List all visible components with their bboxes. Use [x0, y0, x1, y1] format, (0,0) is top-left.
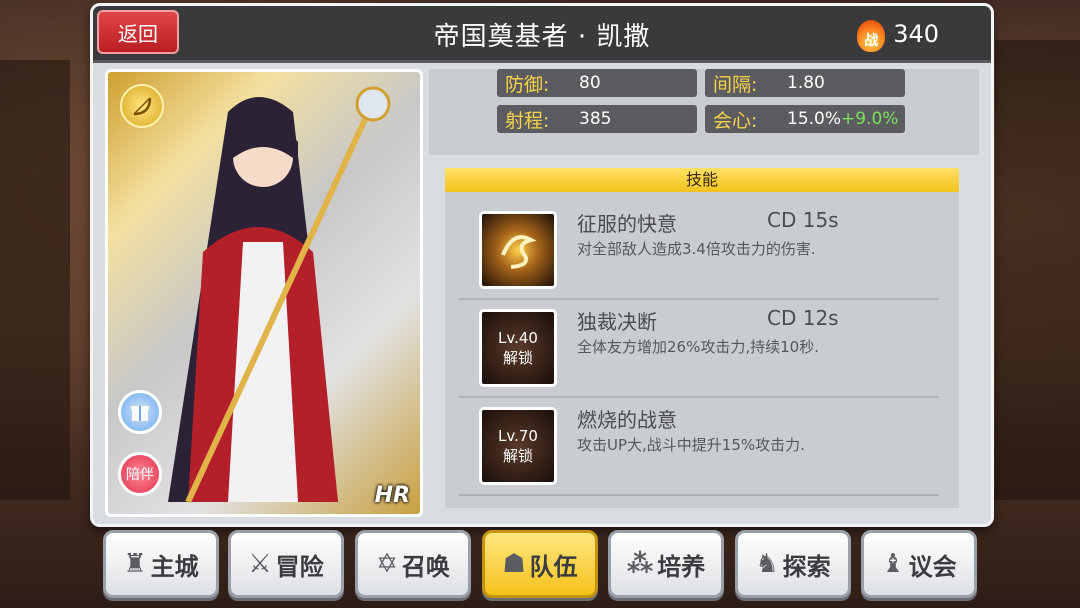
- skill-row[interactable]: Lv.70 解锁 燃烧的战意 攻击UP大,战斗中提升15%攻击力.: [459, 398, 939, 496]
- nav-summon[interactable]: ✡ 召唤: [355, 530, 471, 598]
- castle-icon: ♜: [123, 549, 147, 579]
- council-icon: ♝: [881, 549, 905, 579]
- nav-team[interactable]: ☗ 队伍: [482, 530, 598, 598]
- rarity-badge: HR: [374, 483, 410, 508]
- train-orbs-icon: ⁂: [626, 549, 654, 579]
- stats-panel: 防御: 80 间隔: 1.80 射程: 385 会心: 15.0% +9.0%: [429, 69, 979, 155]
- nav-train[interactable]: ⁂ 培养: [608, 530, 724, 598]
- hero-detail-panel: 返回 帝国奠基者 · 凯撒 战 340 陪伴 HR 防御: 80 间隔: 1.8…: [90, 3, 994, 527]
- battle-power-value: 340: [893, 20, 939, 48]
- team-helmet-icon: ☗: [502, 549, 526, 579]
- battle-power: 战 340: [855, 16, 939, 52]
- companion-button[interactable]: 陪伴: [118, 452, 162, 496]
- dragon-skill-icon: [479, 211, 557, 289]
- stat-range: 射程: 385: [497, 105, 697, 133]
- hero-illustration: [168, 86, 391, 504]
- nav-main-city[interactable]: ♜ 主城: [103, 530, 219, 598]
- skill-row[interactable]: 征服的快意 CD 15s 对全部敌人造成3.4倍攻击力的伤害.: [459, 202, 939, 300]
- stat-defense: 防御: 80: [497, 69, 697, 97]
- flame-icon: 战: [855, 16, 887, 52]
- locked-skill-icon: Lv.70 解锁: [479, 407, 557, 485]
- summon-circle-icon: ✡: [376, 549, 398, 579]
- locked-skill-icon: Lv.40 解锁: [479, 309, 557, 387]
- title-bar: 返回 帝国奠基者 · 凯撒 战 340: [93, 6, 991, 63]
- background-shelf-right: [995, 40, 1080, 500]
- crossed-swords-icon: ⚔: [248, 549, 272, 579]
- background-shelf-left: [0, 60, 70, 500]
- skill-row[interactable]: Lv.40 解锁 独裁决断 CD 12s 全体友方增加26%攻击力,持续10秒.: [459, 300, 939, 398]
- hero-portrait: 陪伴 HR: [105, 69, 423, 517]
- skills-panel: 技能 征服的快意 CD 15s 对全部敌人造成3.4倍攻击力的伤害. Lv.40…: [445, 168, 959, 508]
- stat-interval: 间隔: 1.80: [705, 69, 905, 97]
- nav-adventure[interactable]: ⚔ 冒险: [228, 530, 344, 598]
- nav-council[interactable]: ♝ 议会: [861, 530, 977, 598]
- bow-class-icon: [120, 84, 164, 128]
- stat-crit: 会心: 15.0% +9.0%: [705, 105, 905, 133]
- nav-explore[interactable]: ♞ 探索: [735, 530, 851, 598]
- gift-icon[interactable]: [118, 390, 162, 434]
- explore-icon: ♞: [755, 549, 779, 579]
- skills-header: 技能: [445, 168, 959, 192]
